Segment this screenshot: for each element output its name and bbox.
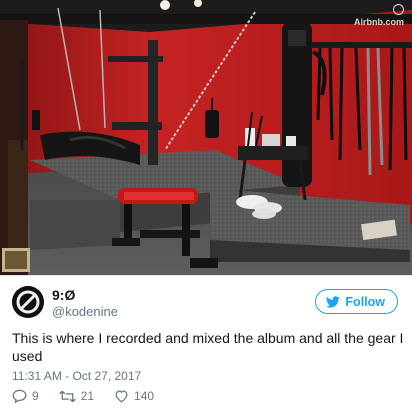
room-scene-image — [0, 0, 412, 275]
retweet-icon — [58, 390, 76, 402]
tweet-actions: 9 21 140 — [12, 389, 174, 403]
tweet-timestamp[interactable]: 11:31 AM - Oct 27, 2017 — [12, 369, 141, 383]
reply-button[interactable]: 9 — [12, 389, 39, 403]
follow-label: Follow — [345, 294, 385, 309]
reply-count: 9 — [32, 389, 39, 403]
tweet-card: 9:Ø @kodenine Follow This is where I rec… — [0, 276, 412, 413]
reply-icon — [12, 389, 27, 403]
airbnb-watermark: Airbnb.com — [354, 4, 404, 27]
airbnb-logo-icon — [393, 4, 404, 15]
like-button[interactable]: 140 — [114, 389, 154, 403]
like-icon — [115, 390, 128, 403]
retweet-button[interactable]: 21 — [58, 389, 95, 403]
avatar-logo — [12, 286, 44, 318]
display-name[interactable]: 9:Ø — [52, 287, 75, 303]
retweet-count: 21 — [80, 389, 95, 403]
tweet-photo[interactable]: Airbnb.com — [0, 0, 412, 275]
twitter-bird-icon — [326, 295, 341, 308]
like-count: 140 — [134, 389, 155, 403]
watermark-text: Airbnb.com — [353, 17, 404, 27]
user-handle[interactable]: @kodenine — [52, 304, 118, 319]
avatar[interactable] — [12, 286, 44, 318]
follow-button[interactable]: Follow — [315, 289, 398, 314]
tweet-text: This is where I recorded and mixed the a… — [12, 330, 404, 364]
